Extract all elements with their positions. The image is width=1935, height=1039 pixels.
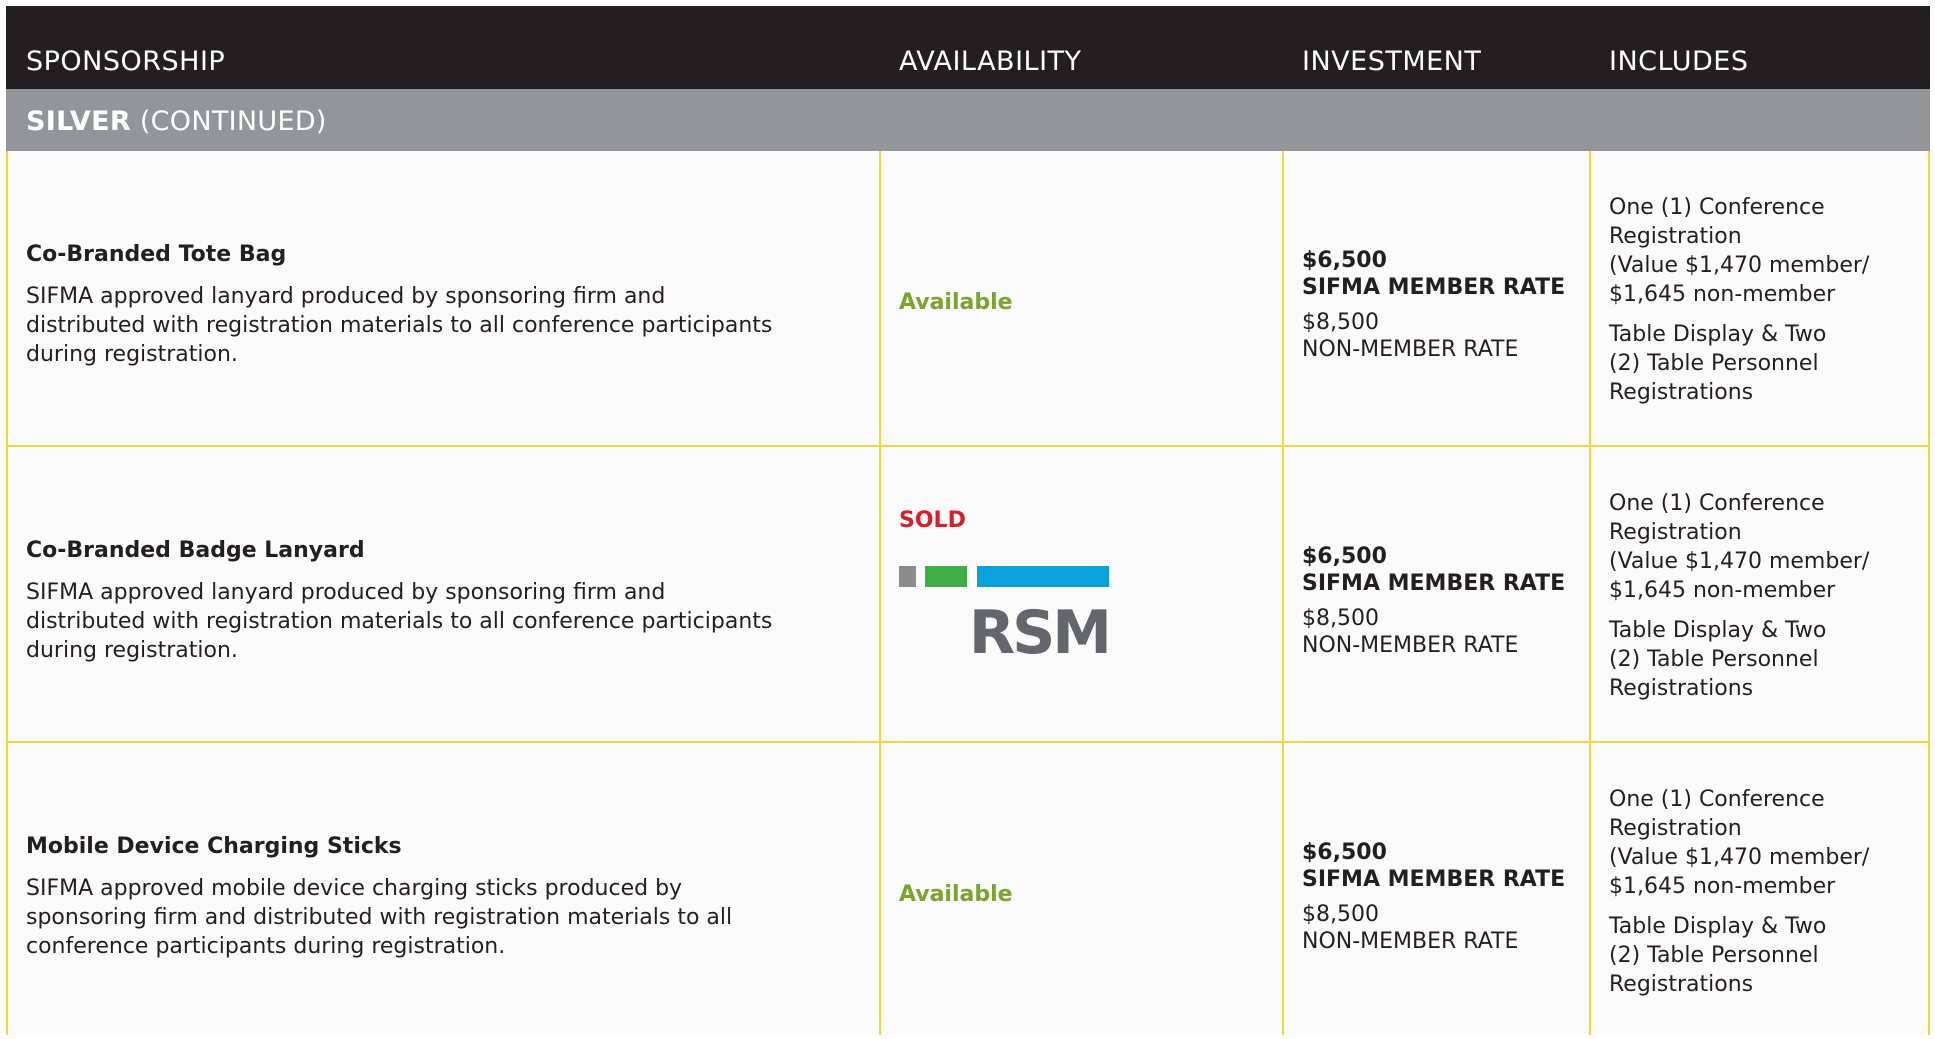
description-line: distributed with registration materials … [26, 609, 773, 634]
member-price: $6,500 [1302, 544, 1387, 569]
sponsorship-description: SIFMA approved lanyard produced by spons… [26, 578, 846, 665]
sponsorship-table: SPONSORSHIP AVAILABILITY INVESTMENT INCL… [6, 6, 1930, 1035]
member-rate-label: SIFMA MEMBER RATE [1302, 867, 1566, 892]
table-header: SPONSORSHIP AVAILABILITY INVESTMENT INCL… [6, 6, 1930, 89]
nonmember-rate-label: NON-MEMBER RATE [1302, 929, 1519, 954]
includes-line: Registrations [1609, 972, 1754, 997]
rsm-logo: RSM [899, 566, 1112, 668]
includes-line: Registration [1609, 816, 1742, 841]
includes-cell: One (1) Conference Registration (Value $… [1609, 785, 1909, 999]
member-rate-label: SIFMA MEMBER RATE [1302, 275, 1566, 300]
availability-status: Available [899, 882, 1013, 907]
includes-line: One (1) Conference [1609, 787, 1825, 812]
rsm-logo-green-bar [925, 566, 967, 587]
description-line: during registration. [26, 638, 238, 663]
member-price: $6,500 [1302, 248, 1387, 273]
includes-line: Registration [1609, 520, 1742, 545]
section-tier: SILVER [26, 106, 131, 137]
rsm-logo-blue-bar [977, 566, 1109, 587]
rsm-logo-gray-bar [899, 566, 916, 587]
includes-line: (Value $1,470 member/ [1609, 845, 1870, 870]
table-row: Mobile Device Charging Sticks SIFMA appr… [6, 743, 1930, 1039]
sponsorship-description: SIFMA approved lanyard produced by spons… [26, 282, 846, 369]
investment-cell: $6,500 SIFMA MEMBER RATE $8,500 NON-MEMB… [1302, 839, 1592, 955]
investment-cell: $6,500 SIFMA MEMBER RATE $8,500 NON-MEMB… [1302, 543, 1592, 659]
includes-line: $1,645 non-member [1609, 282, 1836, 307]
includes-cell: One (1) Conference Registration (Value $… [1609, 193, 1909, 407]
includes-line: Table Display & Two [1609, 914, 1827, 939]
availability-status: Available [899, 290, 1013, 315]
includes-line: Registration [1609, 224, 1742, 249]
includes-line: (Value $1,470 member/ [1609, 549, 1870, 574]
nonmember-price: $8,500 [1302, 606, 1379, 631]
header-investment: INVESTMENT [1302, 46, 1482, 77]
description-line: SIFMA approved lanyard produced by spons… [26, 284, 666, 309]
table-row: Co-Branded Tote Bag SIFMA approved lanya… [6, 151, 1930, 447]
sponsorship-description: SIFMA approved mobile device charging st… [26, 874, 846, 961]
member-rate-label: SIFMA MEMBER RATE [1302, 571, 1566, 596]
description-line: sponsoring firm and distributed with reg… [26, 905, 733, 930]
includes-line: Registrations [1609, 380, 1754, 405]
includes-line: One (1) Conference [1609, 491, 1825, 516]
availability-status: SOLD [899, 508, 966, 533]
rsm-logo-graphic: RSM [899, 566, 1112, 668]
sponsorship-title: Co-Branded Tote Bag [26, 242, 287, 267]
member-price: $6,500 [1302, 840, 1387, 865]
includes-line: Table Display & Two [1609, 322, 1827, 347]
nonmember-rate-label: NON-MEMBER RATE [1302, 337, 1519, 362]
sponsorship-title: Mobile Device Charging Sticks [26, 834, 402, 859]
section-header: SILVER (CONTINUED) [6, 89, 1930, 151]
investment-cell: $6,500 SIFMA MEMBER RATE $8,500 NON-MEMB… [1302, 247, 1592, 363]
description-line: conference participants during registrat… [26, 934, 506, 959]
section-suffix: (CONTINUED) [139, 106, 327, 137]
description-line: SIFMA approved lanyard produced by spons… [26, 580, 666, 605]
includes-line: $1,645 non-member [1609, 874, 1836, 899]
description-line: SIFMA approved mobile device charging st… [26, 876, 683, 901]
includes-line: (2) Table Personnel [1609, 351, 1819, 376]
includes-line: Registrations [1609, 676, 1754, 701]
sponsorship-title: Co-Branded Badge Lanyard [26, 538, 365, 563]
nonmember-price: $8,500 [1302, 902, 1379, 927]
header-sponsorship: SPONSORSHIP [26, 46, 226, 77]
description-line: during registration. [26, 342, 238, 367]
table-row: Co-Branded Badge Lanyard SIFMA approved … [6, 447, 1930, 743]
includes-line: (2) Table Personnel [1609, 647, 1819, 672]
includes-line: One (1) Conference [1609, 195, 1825, 220]
description-line: distributed with registration materials … [26, 313, 773, 338]
rsm-logo-text: RSM [969, 598, 1109, 656]
includes-line: (Value $1,470 member/ [1609, 253, 1870, 278]
nonmember-rate-label: NON-MEMBER RATE [1302, 633, 1519, 658]
header-includes: INCLUDES [1609, 46, 1749, 77]
nonmember-price: $8,500 [1302, 310, 1379, 335]
includes-line: Table Display & Two [1609, 618, 1827, 643]
includes-line: $1,645 non-member [1609, 578, 1836, 603]
includes-cell: One (1) Conference Registration (Value $… [1609, 489, 1909, 703]
header-availability: AVAILABILITY [899, 46, 1082, 77]
section-title: SILVER (CONTINUED) [26, 106, 327, 137]
includes-line: (2) Table Personnel [1609, 943, 1819, 968]
